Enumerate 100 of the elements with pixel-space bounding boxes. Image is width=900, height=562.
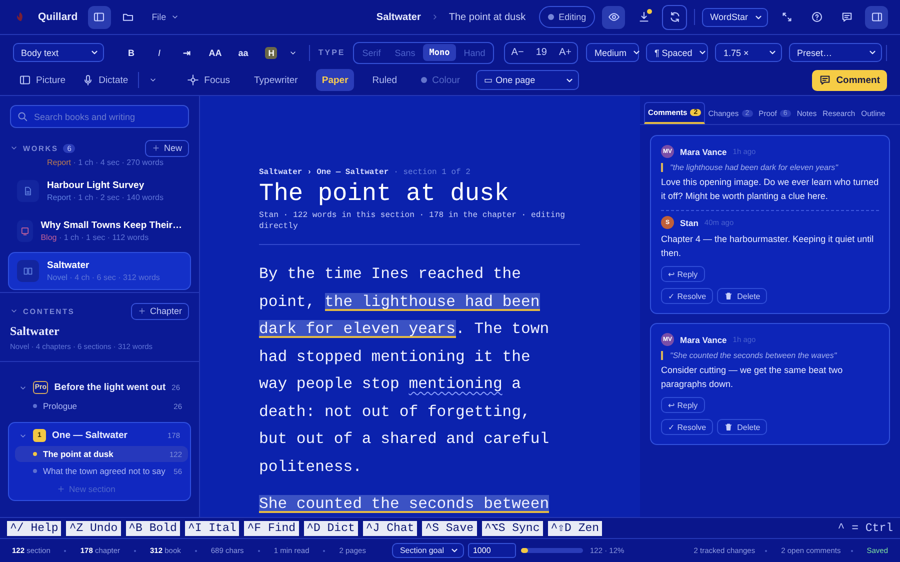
format-button[interactable]: ⇥ xyxy=(175,42,200,62)
panel-icon xyxy=(870,11,882,23)
caret-icon xyxy=(768,48,778,57)
format-button[interactable]: aa xyxy=(231,42,256,62)
shortcut-key: ^F Find xyxy=(244,520,299,536)
comment-button[interactable]: Comment xyxy=(812,70,887,90)
trash-icon xyxy=(724,421,734,433)
shortcut-key: ^D Dict xyxy=(304,520,358,536)
delete-button[interactable]: Delete xyxy=(717,288,768,304)
work-item[interactable]: Harbour Light Survey Report · 1 ch · 2 sec · 140 words xyxy=(8,172,191,210)
book-title: Saltwater xyxy=(376,12,421,22)
caret-icon xyxy=(632,48,642,57)
book-icon xyxy=(23,266,33,276)
eye-icon xyxy=(608,11,620,23)
paragraph: By the time Ines reached the point, the lighthouse had been dark for eleven years. The town had stopped mentioning it the way people stop mentioning a death: not out of forgetting, but out of a shared and careful politeness. xyxy=(259,264,550,478)
comment-author: Stan xyxy=(680,218,698,228)
caret-icon xyxy=(450,546,459,555)
document-meta: Stan · 122 words in this section · 178 in the chapter · editing directly xyxy=(259,210,566,232)
comment-author: Mara Vance xyxy=(680,334,727,344)
comment-icon xyxy=(840,11,852,23)
shortcut-key: ^B Bold xyxy=(126,520,180,536)
reply-button[interactable]: ↩ Reply xyxy=(661,397,705,413)
caret-icon xyxy=(149,76,158,84)
preview-button[interactable] xyxy=(602,6,626,28)
section-title: Prologue xyxy=(43,401,78,411)
weight-select[interactable]: Medium xyxy=(586,43,640,62)
keymap-select[interactable]: WordStar xyxy=(702,8,768,26)
delete-button[interactable]: Delete xyxy=(717,419,768,435)
document-title: The point at dusk xyxy=(259,181,510,208)
caret-icon xyxy=(171,13,180,21)
document-icon xyxy=(23,186,33,196)
shortcut-key: ^/ Help xyxy=(7,520,62,536)
bullet-icon xyxy=(33,452,37,456)
mode-pill[interactable]: Editing xyxy=(538,6,596,28)
quoted-text: "She counted the seconds between the waves" xyxy=(661,351,879,360)
work-item[interactable]: Why Small Towns Keep Their… Blog · 1 ch · 1 sec · 112 words xyxy=(8,212,191,250)
reply-button[interactable]: ↩ Reply xyxy=(661,266,705,282)
view-mode-toggle[interactable]: Focus xyxy=(181,69,236,91)
work-meta: Report · 1 ch · 2 sec · 140 words xyxy=(47,193,164,202)
comment-text: Love this opening image. Do we ever learn who turned it off? Might be worth planting a clue here. xyxy=(661,176,879,203)
view-mode-toggle[interactable]: Ruled xyxy=(366,69,404,91)
plus-icon xyxy=(57,485,65,493)
dictate-button[interactable]: Dictate xyxy=(76,69,134,91)
search-icon xyxy=(17,111,28,122)
shortcut-key: ^J Chat xyxy=(362,520,418,536)
paragraph: She counted the seconds between xyxy=(259,494,550,515)
work-meta: Report · 1 ch · 4 sec · 270 words xyxy=(47,158,164,167)
help-icon xyxy=(810,11,822,23)
add-chapter-button[interactable]: Chapter xyxy=(130,302,189,320)
format-button[interactable]: AA xyxy=(203,42,228,62)
download-icon xyxy=(638,11,650,23)
chapter-title[interactable]: One — Saltwater xyxy=(52,430,162,441)
sidebar-toggle-button[interactable] xyxy=(88,6,111,28)
page-layout-select[interactable]: ▭ One page xyxy=(476,70,580,90)
sidebar-icon xyxy=(93,11,106,23)
resolve-button[interactable]: ✓ Resolve xyxy=(661,419,714,435)
shortcut-legend: ^ = Ctrl xyxy=(838,522,893,534)
work-title: Saltwater xyxy=(47,260,90,271)
view-mode-toggle[interactable]: Paper xyxy=(316,69,354,91)
shortcut-key: ^⇧D Zen xyxy=(548,520,602,536)
preset-select[interactable]: Preset… xyxy=(789,43,882,62)
comment-author: Mara Vance xyxy=(680,146,727,156)
dot-icon xyxy=(421,77,428,83)
crosshair-icon xyxy=(187,74,200,86)
bullet-icon xyxy=(33,469,37,473)
panel-toggle-button[interactable] xyxy=(865,6,888,28)
bullet-icon xyxy=(33,404,37,408)
resolve-button[interactable]: ✓ Resolve xyxy=(661,288,714,304)
format-button[interactable]: I xyxy=(147,42,172,62)
plus-icon xyxy=(152,144,160,152)
microphone-icon xyxy=(82,74,94,86)
spacing-select[interactable]: ¶ Spaced xyxy=(646,43,708,62)
search-field[interactable]: Search books and writing xyxy=(10,105,189,128)
app-name: Quillard xyxy=(38,11,78,23)
goal-input[interactable]: 1000 xyxy=(468,543,516,558)
typeface-option[interactable]: Mono xyxy=(423,44,456,61)
section-title: The point at dusk xyxy=(43,449,114,459)
shortcut-key: ^Z Undo xyxy=(66,520,121,536)
work-meta: Blog · 1 ch · 1 sec · 112 words xyxy=(40,233,150,242)
dot-icon xyxy=(548,14,554,20)
work-item[interactable]: Saltwater Novel · 4 ch · 6 sec · 312 words xyxy=(8,252,191,290)
shortcut-key: ^⌥S Sync xyxy=(482,520,543,536)
line-height-select[interactable]: 1.75 × xyxy=(715,43,782,62)
book-title: Saltwater xyxy=(10,324,60,339)
new-work-button[interactable]: New xyxy=(144,140,189,156)
paragraph-style-select[interactable]: Body text xyxy=(13,43,104,62)
chapter-title[interactable]: Before the light went out xyxy=(54,382,166,393)
work-item[interactable]: Report · 1 ch · 4 sec · 270 words xyxy=(8,157,191,170)
goal-select[interactable]: Section goal xyxy=(392,543,464,558)
format-button[interactable]: B xyxy=(119,42,144,62)
caret-icon xyxy=(698,48,708,57)
increase-size-button[interactable]: A+ xyxy=(558,47,572,58)
view-mode-toggle[interactable]: Typewriter xyxy=(248,69,304,91)
sync-button[interactable] xyxy=(662,4,688,30)
shortcut-key: ^S Save xyxy=(422,520,476,536)
work-meta: Novel · 4 ch · 6 sec · 312 words xyxy=(47,273,160,282)
picture-button[interactable]: Picture xyxy=(13,69,72,91)
decrease-size-button[interactable]: A− xyxy=(511,47,524,58)
file-menu[interactable]: File xyxy=(146,6,186,28)
highlight-button[interactable]: H xyxy=(265,46,278,58)
